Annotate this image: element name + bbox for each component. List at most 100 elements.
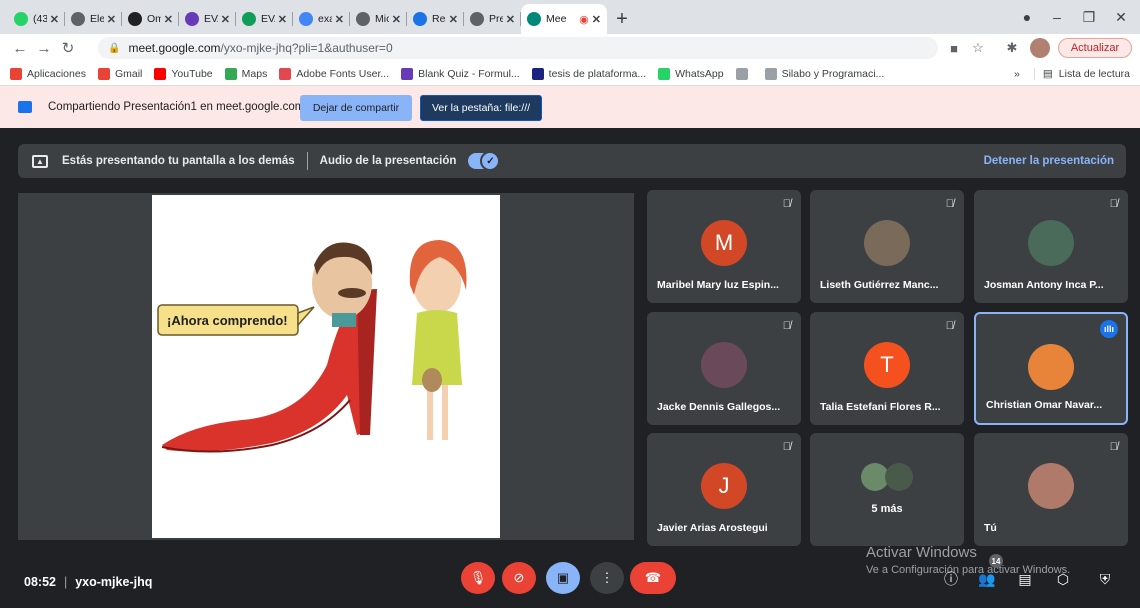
mic-off-button[interactable]: 🎙 [461, 562, 495, 594]
meet-icon [527, 12, 541, 26]
browser-tab[interactable]: EVALUA✕ [236, 4, 293, 34]
more-options-button[interactable]: ⋮ [590, 562, 624, 594]
participant-tile[interactable]: Josman Antony Inca P... 🎙̸ [974, 190, 1128, 303]
maximize-icon[interactable]: ❐ [1072, 0, 1106, 34]
tab-close-icon[interactable]: ✕ [164, 13, 173, 26]
participant-tile[interactable]: T Talia Estefani Flores R... 🎙̸ [810, 312, 964, 425]
google-icon [299, 12, 313, 26]
tab-close-icon[interactable]: ✕ [107, 13, 116, 26]
bookmark-label: Aplicaciones [27, 67, 86, 80]
camera-icon[interactable]: ■ [944, 38, 964, 58]
book-icon [128, 12, 142, 26]
participant-name: Tú [984, 522, 997, 534]
bookmarks-bar: Aplicaciones Gmail YouTube Maps Adobe Fonts … [0, 62, 1140, 86]
minimize-icon[interactable]: – [1040, 0, 1074, 34]
bookmark-item[interactable]: Adobe Fonts User... [279, 67, 389, 80]
recording-icon: ◉ [579, 13, 589, 26]
tab-close-icon[interactable]: ✕ [449, 13, 458, 26]
meet-area: ▲ Estás presentando tu pantalla a los de… [0, 128, 1140, 608]
bookmark-item[interactable]: Maps [224, 67, 267, 80]
avatar [1028, 220, 1074, 266]
bookmark-item[interactable]: WhatsApp [658, 67, 724, 80]
bookmark-item[interactable]: Aplicaciones [10, 67, 86, 80]
browser-tab[interactable]: EVALUA✕ [179, 4, 236, 34]
chrome-icon [470, 12, 484, 26]
audio-toggle[interactable]: ✓ [468, 151, 501, 171]
bookmark-item[interactable]: YouTube [154, 67, 213, 80]
adobe-icon [279, 67, 292, 80]
extensions-icon[interactable]: ✱ [1002, 38, 1022, 58]
avatar [1028, 344, 1074, 390]
bookmark-item[interactable]: Blank Quiz - Formul... [401, 67, 520, 80]
hang-up-icon: ☎ [644, 570, 662, 585]
reading-list[interactable]: » ▤ Lista de lectura [1014, 62, 1130, 86]
leave-call-button[interactable]: ☎ [630, 562, 676, 594]
browser-toolbar: ← → ↻ 🔒 meet.google.com/yxo-mjke-jhq?pli… [0, 34, 1140, 62]
tab-close-icon[interactable]: ✕ [335, 13, 344, 26]
new-tab-button[interactable]: + [607, 4, 637, 34]
meeting-time: 08:52 [24, 575, 56, 589]
info-icon[interactable]: ⓘ [940, 568, 962, 590]
profile-avatar[interactable] [1030, 38, 1050, 58]
browser-tab-strip: (43) Wh✕Element✕Omeka✕EVALUA✕EVALUA✕exam… [0, 0, 1140, 34]
view-tab-button[interactable]: Ver la pestaña: file:/// [420, 95, 542, 121]
activities-icon[interactable]: ⬡ [1052, 568, 1074, 590]
update-button[interactable]: Actualizar [1058, 38, 1132, 58]
gmail-icon [97, 67, 110, 80]
bookmark-item[interactable]: Gmail [97, 67, 142, 80]
tab-close-icon[interactable]: ✕ [592, 13, 601, 26]
bookmark-label: Blank Quiz - Formul... [418, 67, 520, 80]
avatar: J [701, 463, 747, 509]
back-icon[interactable]: ← [8, 36, 32, 60]
browser-tab[interactable]: (43) Wh✕ [8, 4, 65, 34]
bookmark-label: Silabo y Programaci... [781, 67, 885, 80]
star-icon[interactable]: ☆ [968, 38, 988, 58]
people-icon[interactable]: 👥 [976, 568, 998, 590]
participant-tile[interactable]: Tú 🎙̸ [974, 433, 1128, 546]
windows-activation-watermark: Activar Windows Ve a Configuración para … [866, 544, 1070, 576]
whatsapp-icon [658, 67, 671, 80]
browser-tab[interactable]: Microso✕ [350, 4, 407, 34]
browser-tab[interactable]: Resultad✕ [407, 4, 464, 34]
bookmarks-overflow-icon[interactable]: » [1014, 68, 1020, 80]
browser-tab[interactable]: Element✕ [65, 4, 122, 34]
mic-muted-icon: 🎙̸ [1109, 198, 1118, 210]
address-bar[interactable]: 🔒 meet.google.com/yxo-mjke-jhq?pli=1&aut… [98, 37, 938, 59]
participant-tile[interactable]: M Maribel Mary luz Espin... 🎙̸ [647, 190, 801, 303]
close-window-icon[interactable]: ✕ [1104, 0, 1138, 34]
bookmark-item[interactable]: tesis de plataforma... [531, 67, 646, 80]
participant-tile[interactable]: Christian Omar Navar... ıllı [974, 312, 1128, 425]
tab-label: (43) Wh [33, 13, 47, 25]
participant-tile[interactable]: Liseth Gutiérrez Manc... 🎙̸ [810, 190, 964, 303]
bookmark-item[interactable]: Silabo y Programaci... [764, 67, 885, 80]
forward-icon[interactable]: → [32, 36, 56, 60]
tab-close-icon[interactable]: ✕ [392, 13, 401, 26]
meeting-code: yxo-mjke-jhq [75, 575, 153, 589]
participant-name: Jacke Dennis Gallegos... [657, 401, 781, 413]
tab-close-icon[interactable]: ✕ [506, 13, 515, 26]
tab-close-icon[interactable]: ✕ [50, 13, 59, 26]
browser-tab[interactable]: examen✕ [293, 4, 350, 34]
tab-close-icon[interactable]: ✕ [278, 13, 287, 26]
reload-icon[interactable]: ↻ [56, 36, 80, 60]
present-button[interactable]: ▣ [546, 562, 580, 594]
avatar: M [701, 220, 747, 266]
bookmark-label: YouTube [171, 67, 213, 80]
browser-tab[interactable]: Pres✕ [464, 4, 521, 34]
participant-tile[interactable]: Jacke Dennis Gallegos... 🎙̸ [647, 312, 801, 425]
browser-tab[interactable]: Omeka✕ [122, 4, 179, 34]
bookmark-list: Aplicaciones Gmail YouTube Maps Adobe Fonts … [10, 67, 896, 80]
camera-off-button[interactable]: ⊘ [502, 562, 536, 594]
bookmark-item[interactable] [735, 67, 753, 80]
profile-dot-icon[interactable]: ● [1010, 0, 1044, 34]
participant-tile[interactable]: J Javier Arias Arostegui 🎙̸ [647, 433, 801, 546]
forms-icon [401, 67, 414, 80]
tab-close-icon[interactable]: ✕ [221, 13, 230, 26]
stop-presenting-button[interactable]: Detener la presentación [984, 144, 1114, 178]
participant-tile[interactable]: 5 más [810, 433, 964, 546]
chat-icon[interactable]: ▤ [1014, 568, 1036, 590]
browser-tab[interactable]: Mee ◉ ✕ [521, 4, 607, 34]
host-controls-icon[interactable]: ⛨ [1094, 568, 1116, 590]
meeting-details[interactable]: 08:52 | yxo-mjke-jhq [24, 568, 152, 596]
stop-sharing-button[interactable]: Dejar de compartir [300, 95, 412, 121]
